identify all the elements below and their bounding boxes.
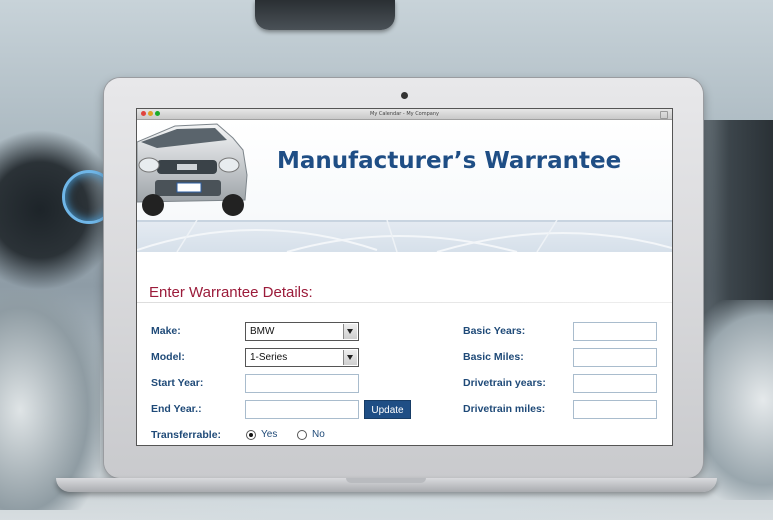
start-year-input[interactable] <box>245 374 359 393</box>
start-year-label: Start Year: <box>151 377 204 389</box>
transferrable-label: Transferrable: <box>151 429 222 441</box>
end-year-input[interactable] <box>245 400 359 419</box>
drivetrain-miles-input[interactable] <box>573 400 657 419</box>
drivetrain-years-label: Drivetrain years: <box>463 377 546 389</box>
close-dot-icon[interactable] <box>141 111 146 116</box>
basic-miles-input[interactable] <box>573 348 657 367</box>
transferrable-no-label[interactable]: No <box>312 429 325 440</box>
band-pattern <box>137 220 672 252</box>
drivetrain-years-input[interactable] <box>573 374 657 393</box>
model-select-value: 1-Series <box>250 352 288 363</box>
page-title: Manufacturer’s Warrantee <box>277 148 622 174</box>
transferrable-yes-label[interactable]: Yes <box>261 429 277 440</box>
decorative-band <box>137 220 672 252</box>
app-window: My Calendar - My Company Manufacturer’s … <box>136 108 673 446</box>
make-select[interactable]: BMW <box>245 322 359 341</box>
camera-icon <box>401 92 408 99</box>
zoom-dot-icon[interactable] <box>155 111 160 116</box>
section-divider <box>137 302 672 303</box>
resize-icon[interactable] <box>660 111 668 119</box>
end-year-label: End Year.: <box>151 403 202 415</box>
update-button[interactable]: Update <box>364 400 411 419</box>
basic-years-input[interactable] <box>573 322 657 341</box>
make-select-value: BMW <box>250 326 275 337</box>
window-titlebar: My Calendar - My Company <box>137 109 672 120</box>
dropdown-arrow-icon[interactable] <box>343 350 357 365</box>
section-title: Enter Warrantee Details: <box>149 284 313 301</box>
seat-left <box>0 290 100 510</box>
window-title: My Calendar - My Company <box>370 111 439 117</box>
laptop-base <box>56 478 717 492</box>
dropdown-arrow-icon[interactable] <box>343 324 357 339</box>
basic-years-label: Basic Years: <box>463 325 526 337</box>
basic-miles-label: Basic Miles: <box>463 351 524 363</box>
make-label: Make: <box>151 325 181 337</box>
page-header: Manufacturer’s Warrantee <box>137 120 672 220</box>
model-select[interactable]: 1-Series <box>245 348 359 367</box>
transferrable-no-radio[interactable] <box>297 430 307 440</box>
minimize-dot-icon[interactable] <box>148 111 153 116</box>
rearview-mirror <box>255 0 395 30</box>
laptop-frame: My Calendar - My Company Manufacturer’s … <box>104 78 703 478</box>
laptop-notch <box>346 478 426 483</box>
drivetrain-miles-label: Drivetrain miles: <box>463 403 546 415</box>
car-image <box>137 123 248 216</box>
model-label: Model: <box>151 351 185 363</box>
transferrable-yes-radio[interactable] <box>246 430 256 440</box>
